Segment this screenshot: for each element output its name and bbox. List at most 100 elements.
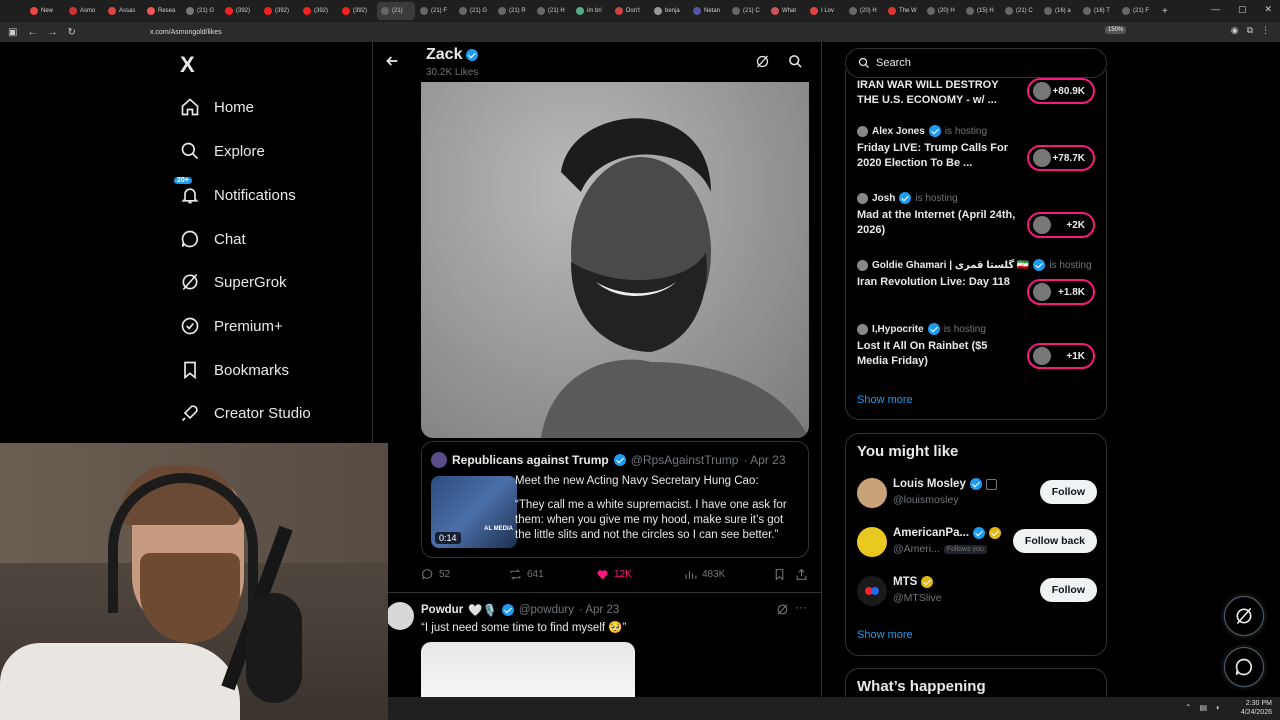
url-field[interactable]: x.com/Asmongold/likes — [150, 29, 222, 36]
browser-tab[interactable]: (21) G — [455, 2, 493, 20]
browser-tab[interactable]: Assas — [104, 2, 142, 20]
tweet2-date[interactable]: · Apr 23 — [579, 604, 619, 616]
like-button[interactable]: 12K — [596, 568, 632, 581]
follow-button[interactable]: Follow — [1039, 578, 1097, 602]
more-options-icon[interactable]: ··· — [795, 600, 807, 614]
avatar[interactable] — [857, 478, 887, 508]
show-more-link[interactable]: Show more — [857, 629, 913, 641]
reload-icon[interactable]: ↻ — [67, 27, 75, 38]
host-name[interactable]: Goldie Ghamari | گلستا قمری 🇮🇷 — [872, 260, 1029, 271]
browser-tab[interactable]: Don't — [611, 2, 649, 20]
browser-tab[interactable]: (16) a — [1040, 2, 1078, 20]
quote-author-name[interactable]: Republicans against Trump — [452, 453, 609, 467]
tweet2-image[interactable] — [421, 642, 635, 702]
minimize-icon[interactable]: — — [1211, 4, 1220, 15]
system-clock[interactable]: 2:30 PM 4/24/2026 — [1241, 699, 1272, 717]
sidebar-toggle-icon[interactable]: ▣ — [8, 27, 17, 38]
avatar[interactable] — [386, 602, 414, 630]
grok-icon[interactable] — [755, 54, 770, 74]
avatar[interactable] — [857, 527, 887, 557]
messages-fab-button[interactable] — [1224, 647, 1264, 687]
search-input[interactable]: Search — [845, 48, 1107, 78]
browser-tab[interactable]: (20) H — [845, 2, 883, 20]
host-name[interactable]: Josh — [872, 193, 895, 204]
nav-creator-studio[interactable]: Creator Studio — [180, 403, 311, 423]
network-icon[interactable]: ▤ — [1200, 703, 1208, 712]
browser-tab[interactable]: benja — [650, 2, 688, 20]
volume-icon[interactable]: ◖ — [1215, 703, 1220, 712]
avatar[interactable] — [431, 452, 447, 468]
bookmark-button[interactable] — [773, 568, 786, 581]
quoted-tweet[interactable]: Republicans against Trump @RpsAgainstTru… — [421, 441, 809, 558]
browser-tab[interactable]: (16) T — [1079, 2, 1117, 20]
tweet-photo[interactable] — [421, 82, 809, 438]
repost-button[interactable]: 641 — [509, 568, 544, 581]
browser-tab[interactable]: (21) G — [182, 2, 220, 20]
browser-tab[interactable]: im bri — [572, 2, 610, 20]
browser-tab[interactable]: Resea — [143, 2, 181, 20]
tray-chevron-icon[interactable]: ⌃ — [1185, 703, 1192, 712]
browser-tab[interactable]: Asmo — [65, 2, 103, 20]
live-listeners-pill[interactable]: +2K — [1027, 212, 1095, 238]
quote-date[interactable]: · Apr 23 — [743, 453, 785, 467]
nav-notifications[interactable]: 20+ Notifications — [174, 177, 296, 205]
back-arrow-icon[interactable] — [384, 53, 400, 74]
browser-tab[interactable]: (21) R — [494, 2, 532, 20]
quote-video-thumbnail[interactable]: AL MEDIA 0:14 — [431, 476, 517, 548]
quote-author-handle[interactable]: @RpsAgainstTrump — [631, 453, 739, 467]
browser-tab[interactable]: (21) F — [416, 2, 454, 20]
follow-suggestion[interactable]: MTS @MTSlive Follow — [857, 574, 1097, 610]
profile-icon[interactable]: ◉ — [1231, 25, 1239, 36]
tweet2-handle[interactable]: @powdury — [519, 604, 574, 616]
grok-icon[interactable] — [776, 603, 789, 621]
nav-home[interactable]: Home — [180, 97, 254, 117]
browser-tab[interactable]: The W — [884, 2, 922, 20]
avatar[interactable] — [857, 576, 887, 606]
follow-back-button[interactable]: Follow back — [1012, 529, 1097, 553]
live-listeners-pill[interactable]: +78.7K — [1027, 145, 1095, 171]
tweet2-author-name[interactable]: Powdur — [421, 604, 463, 616]
extensions-icon[interactable]: ⧉ — [1247, 25, 1253, 36]
live-listeners-pill[interactable]: +1.8K — [1027, 279, 1095, 305]
browser-tab[interactable]: (392) — [338, 2, 376, 20]
show-more-link[interactable]: Show more — [857, 394, 913, 406]
zoom-badge[interactable]: 150% — [1105, 26, 1127, 34]
browser-tab[interactable]: (21) — [377, 2, 415, 20]
browser-tab[interactable]: New — [26, 2, 64, 20]
browser-tab[interactable]: (392) — [260, 2, 298, 20]
browser-tab[interactable]: (15) H — [962, 2, 1000, 20]
search-icon[interactable] — [788, 54, 803, 74]
new-tab-button[interactable]: + — [1162, 6, 1168, 17]
x-logo[interactable]: X — [180, 52, 195, 78]
close-window-icon[interactable]: ✕ — [1264, 4, 1272, 15]
reply-button[interactable]: 52 — [421, 568, 450, 581]
menu-icon[interactable]: ⋮ — [1261, 25, 1270, 36]
follow-suggestion[interactable]: AmericanPa... @Ameri... Follows you Foll… — [857, 525, 1097, 561]
live-listeners-pill[interactable]: +80.9K — [1027, 78, 1095, 104]
nav-chat[interactable]: Chat — [180, 229, 246, 249]
follow-suggestion[interactable]: Louis Mosley @louismosley Follow — [857, 476, 1097, 512]
nav-bookmarks[interactable]: Bookmarks — [180, 360, 289, 380]
browser-tab[interactable]: (21) C — [1001, 2, 1039, 20]
browser-tab[interactable]: What — [767, 2, 805, 20]
nav-explore[interactable]: Explore — [180, 141, 265, 161]
browser-tab[interactable]: Netan — [689, 2, 727, 20]
back-icon[interactable]: ← — [27, 27, 37, 38]
host-name[interactable]: Alex Jones — [872, 126, 925, 137]
browser-tab[interactable]: (392) — [299, 2, 337, 20]
browser-tab[interactable]: (21) C — [728, 2, 766, 20]
nav-premium[interactable]: Premium+ — [180, 316, 283, 336]
nav-supergrok[interactable]: SuperGrok — [180, 272, 287, 292]
forward-icon[interactable]: → — [47, 27, 57, 38]
browser-tab[interactable]: I Lov — [806, 2, 844, 20]
browser-tab[interactable]: (21) F — [1118, 2, 1156, 20]
browser-tab[interactable]: (21) H — [533, 2, 571, 20]
share-button[interactable] — [795, 568, 808, 581]
grok-fab-button[interactable] — [1224, 596, 1264, 636]
follow-button[interactable]: Follow — [1039, 480, 1097, 504]
live-listeners-pill[interactable]: +1K — [1027, 343, 1095, 369]
maximize-icon[interactable]: ▢ — [1238, 4, 1247, 15]
browser-tab[interactable]: (20) H — [923, 2, 961, 20]
views-button[interactable]: 483K — [684, 568, 725, 581]
host-name[interactable]: I,Hypocrite — [872, 324, 924, 335]
